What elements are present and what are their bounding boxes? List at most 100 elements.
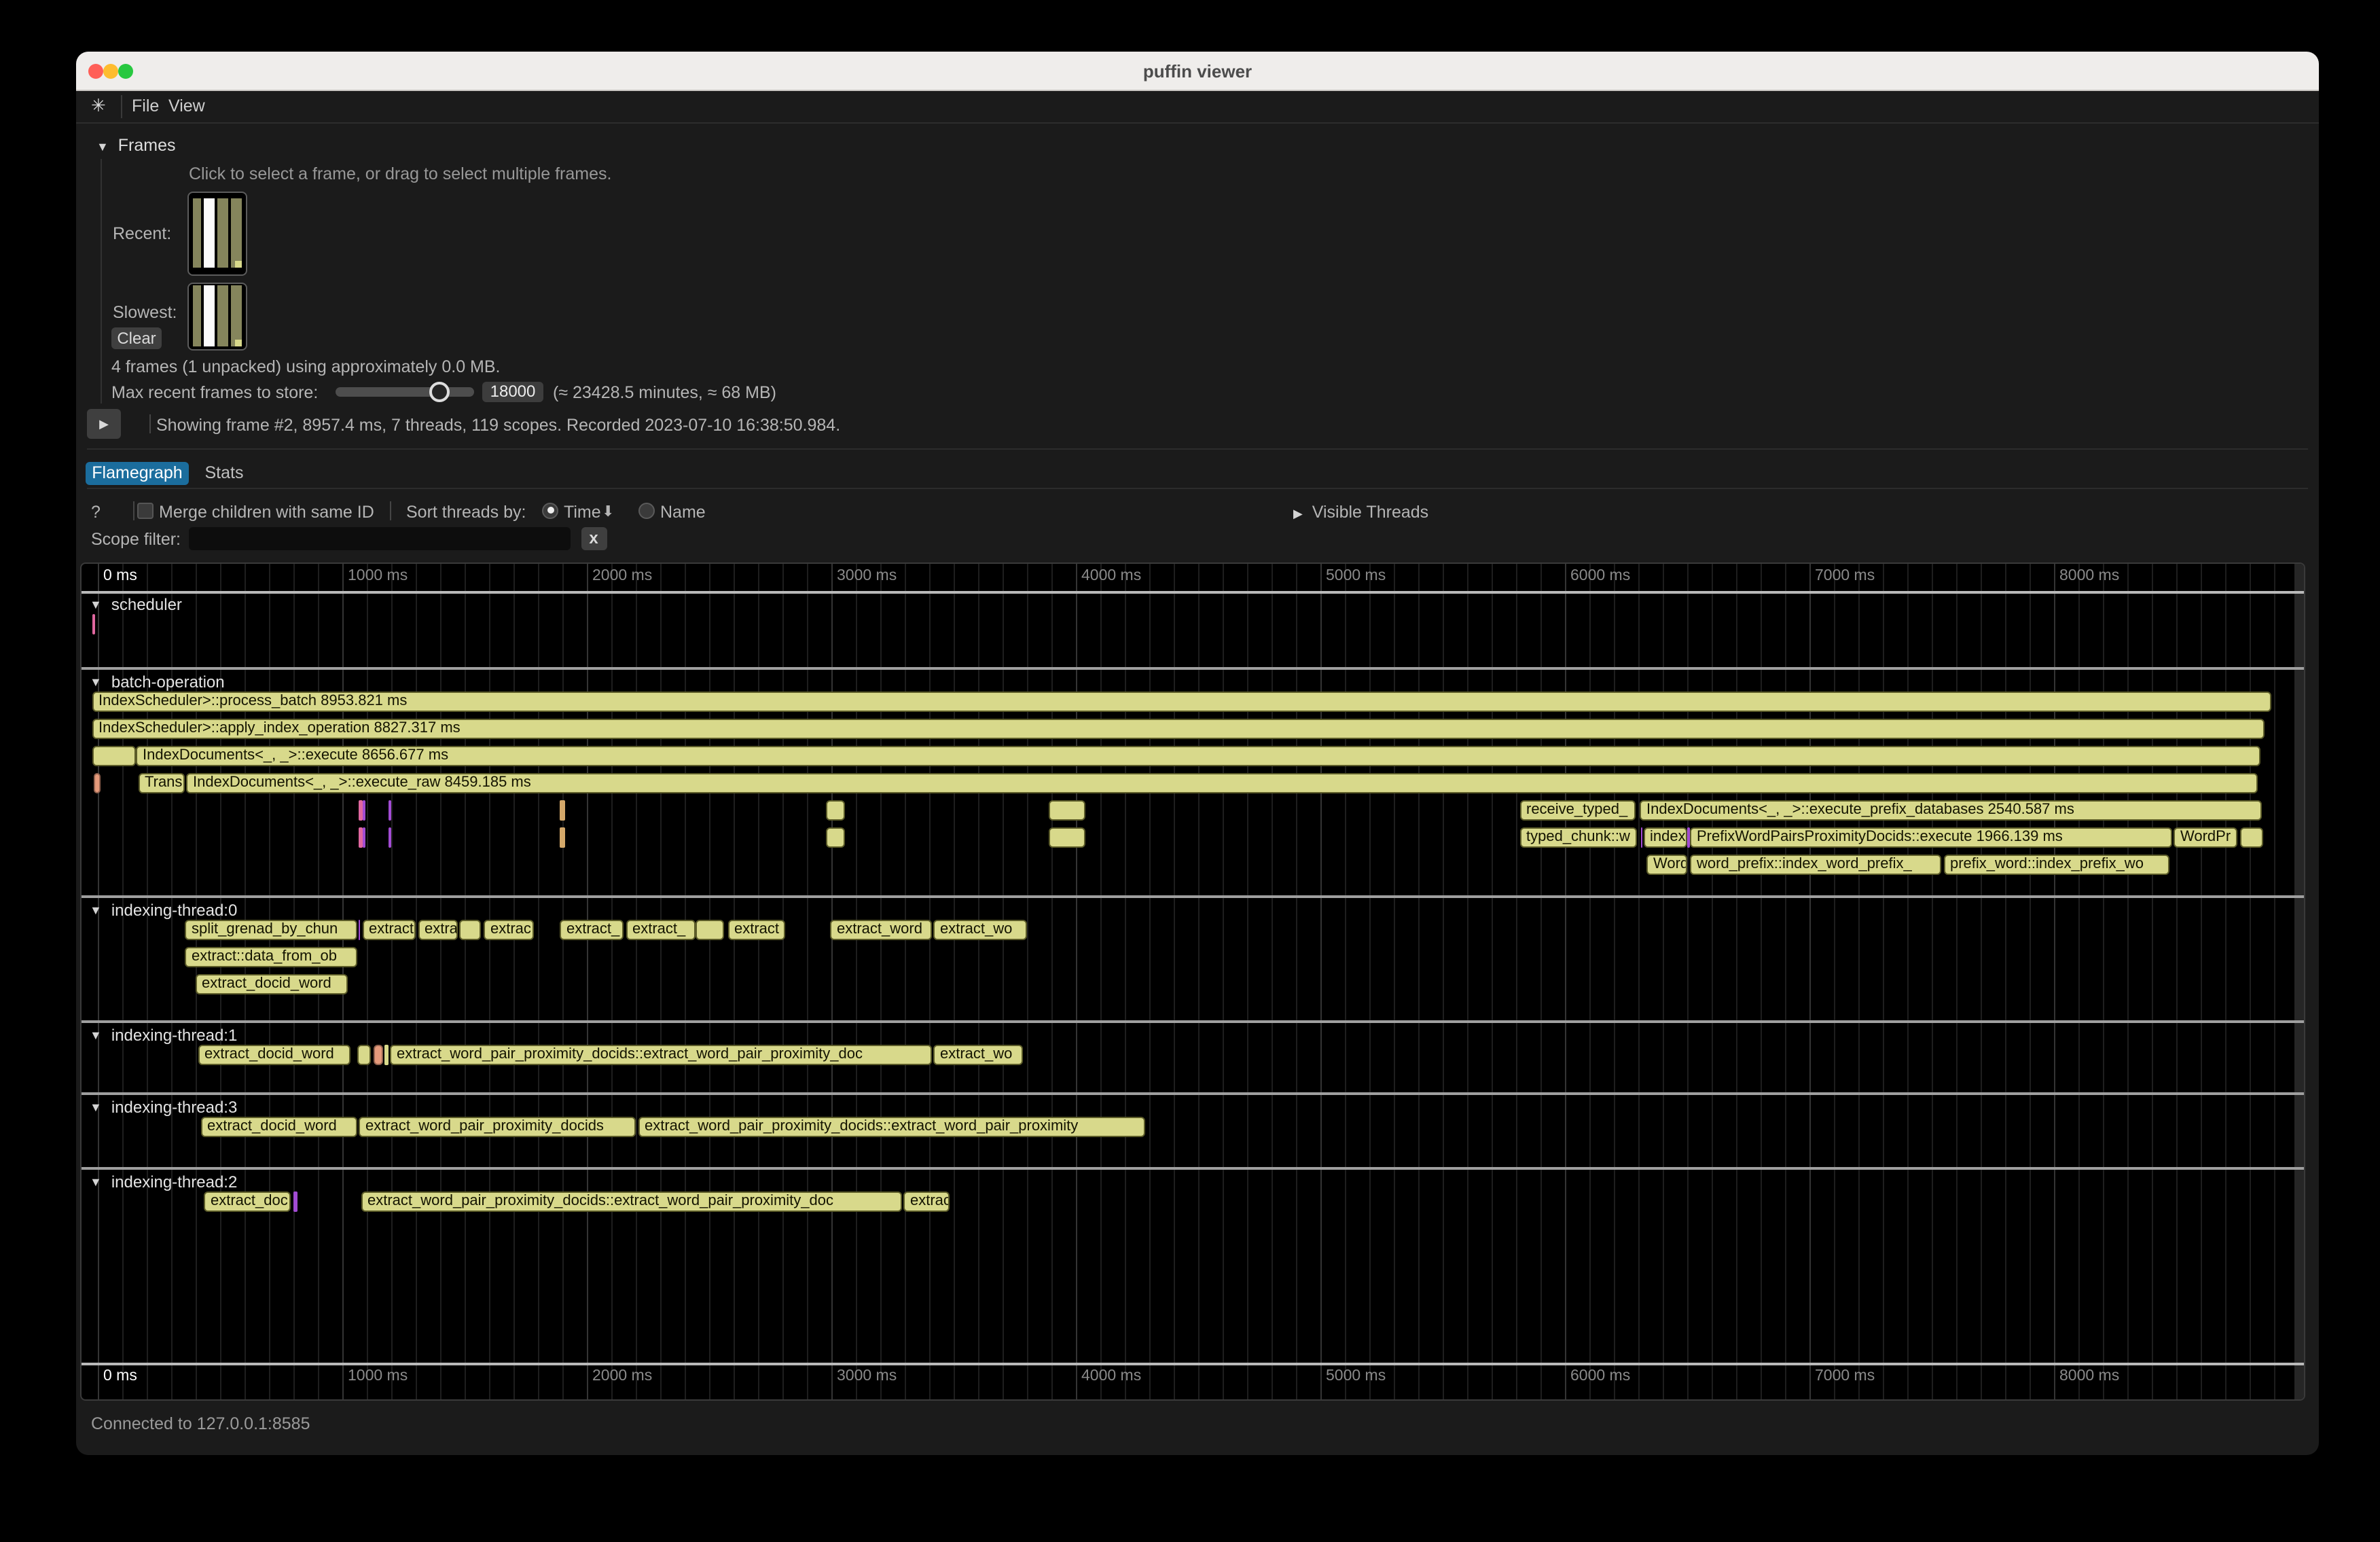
scope-span[interactable]: prefix_word::index_prefix_wo <box>1943 855 2169 875</box>
scope-span[interactable] <box>384 1045 388 1065</box>
frame-bar[interactable] <box>230 198 241 267</box>
frame-bar[interactable] <box>217 285 228 346</box>
tab-flamegraph[interactable]: Flamegraph <box>86 461 189 484</box>
menu-view[interactable]: View <box>168 96 205 115</box>
close-button[interactable] <box>88 63 103 78</box>
flamegraph-canvas[interactable]: 0 ms0 ms1000 ms1000 ms2000 ms2000 ms3000… <box>82 564 2304 1399</box>
scope-span[interactable] <box>363 827 365 848</box>
merge-label[interactable]: Merge children with same ID <box>159 502 374 521</box>
sort-direction-icon[interactable]: ⬇ <box>602 502 614 520</box>
radio-sort-time[interactable] <box>542 502 558 518</box>
help-button[interactable]: ? <box>91 502 101 521</box>
max-frames-slider[interactable] <box>336 387 474 396</box>
scope-span[interactable] <box>92 614 94 634</box>
menu-file[interactable]: File <box>132 96 159 115</box>
scope-span[interactable] <box>389 827 391 848</box>
scope-span[interactable]: extract_wo <box>933 920 1026 940</box>
frame-bar[interactable] <box>217 198 228 267</box>
scope-span[interactable] <box>1048 800 1085 821</box>
scope-span[interactable] <box>1687 827 1689 848</box>
scope-span[interactable]: Trans <box>138 773 185 793</box>
scope-span[interactable]: IndexScheduler>::process_batch 8953.821 … <box>92 692 2271 712</box>
scope-span[interactable]: extract_word <box>830 920 932 940</box>
scope-span[interactable] <box>93 773 101 793</box>
sort-time-label[interactable]: Time <box>564 502 601 521</box>
scope-filter-input[interactable] <box>188 527 570 550</box>
scope-span[interactable]: extract_word_pair_proximity_docids <box>359 1117 636 1137</box>
slider-handle[interactable] <box>429 381 449 401</box>
scope-span[interactable]: extract <box>727 920 785 940</box>
scope-span[interactable]: word_prefix::index_word_prefix_ <box>1690 855 1941 875</box>
visible-threads-header[interactable]: ▶ Visible Threads <box>1293 502 1428 521</box>
frames-section-header[interactable]: ▼ Frames <box>96 136 176 155</box>
frame-bar[interactable] <box>192 285 200 346</box>
scope-span[interactable]: PrefixWordPairsProximityDocids::execute … <box>1690 827 2172 848</box>
scope-span[interactable] <box>560 800 565 821</box>
frame-bar[interactable] <box>203 198 214 267</box>
thread-header-indexing-thread:3[interactable]: ▼indexing-thread:3 <box>90 1098 237 1117</box>
radio-sort-name[interactable] <box>638 502 655 518</box>
scroll-strip[interactable] <box>2294 564 2305 1401</box>
scope-span[interactable]: extract_word_pair_proximity_docids::extr… <box>390 1045 932 1065</box>
scope-span[interactable] <box>1048 827 1085 848</box>
scope-span[interactable]: IndexDocuments<_, _>::execute_prefix_dat… <box>1640 800 2262 821</box>
tab-stats[interactable]: Stats <box>201 461 247 484</box>
scope-span[interactable] <box>560 827 565 848</box>
scope-span[interactable]: extract_docid_word <box>200 1117 357 1137</box>
sort-name-label[interactable]: Name <box>660 502 706 521</box>
clear-button[interactable]: Clear <box>111 327 162 348</box>
scope-span[interactable]: extrac <box>903 1191 950 1212</box>
scope-span[interactable]: extract_ <box>560 920 624 940</box>
scope-span[interactable] <box>695 920 724 940</box>
scope-span[interactable] <box>92 746 135 766</box>
scope-span[interactable]: extract_doc <box>204 1191 291 1212</box>
titlebar[interactable]: puffin viewer <box>76 52 2319 91</box>
scope-span[interactable] <box>358 827 363 848</box>
scope-span[interactable] <box>363 800 365 821</box>
thread-header-indexing-thread:1[interactable]: ▼indexing-thread:1 <box>90 1026 237 1045</box>
scope-span[interactable]: extract <box>362 920 416 940</box>
scope-span[interactable]: IndexScheduler>::apply_index_operation 8… <box>92 719 2264 739</box>
scope-span[interactable]: extract_word_pair_proximity_docids::extr… <box>361 1191 901 1212</box>
play-button[interactable]: ▶ <box>87 409 121 439</box>
scope-span[interactable] <box>357 1045 370 1065</box>
scope-span[interactable]: IndexDocuments<_, _>::execute 8656.677 m… <box>136 746 2260 766</box>
max-frames-value[interactable]: 18000 <box>482 381 543 401</box>
recent-frame-thumbnail[interactable] <box>187 191 247 276</box>
scope-span[interactable]: extract_ <box>626 920 695 940</box>
scope-span[interactable]: typed_chunk::w <box>1519 827 1637 848</box>
sun-icon[interactable]: ✳ <box>91 95 106 117</box>
scope-span[interactable] <box>826 800 844 821</box>
scope-span[interactable]: index <box>1643 827 1687 848</box>
scope-span[interactable]: extract_word_pair_proximity_docids::extr… <box>638 1117 1144 1137</box>
scope-span[interactable] <box>374 1045 383 1065</box>
scope-span[interactable]: extract_docid_word <box>198 1045 350 1065</box>
scope-span[interactable] <box>2240 827 2262 848</box>
scope-span[interactable]: extrac <box>484 920 534 940</box>
scope-span[interactable] <box>389 800 391 821</box>
scope-span[interactable] <box>459 920 481 940</box>
thread-header-batch-operation[interactable]: ▼batch-operation <box>90 673 225 692</box>
slowest-frame-thumbnail[interactable] <box>187 282 247 351</box>
merge-checkbox[interactable] <box>137 502 154 518</box>
scope-span[interactable]: extra <box>418 920 457 940</box>
scope-span[interactable] <box>1640 827 1642 848</box>
thread-header-scheduler[interactable]: ▼scheduler <box>90 595 182 614</box>
scope-span[interactable]: Word <box>1646 855 1687 875</box>
flamegraph-panel[interactable]: 0 ms0 ms1000 ms1000 ms2000 ms2000 ms3000… <box>80 562 2305 1401</box>
clear-filter-button[interactable]: x <box>581 527 607 550</box>
frame-bar[interactable] <box>230 285 241 346</box>
scope-span[interactable] <box>826 827 844 848</box>
maximize-button[interactable] <box>118 63 133 78</box>
scope-span[interactable]: IndexDocuments<_, _>::execute_raw 8459.1… <box>186 773 2258 793</box>
scope-span[interactable]: extract::data_from_ob <box>185 947 357 967</box>
frame-bar[interactable] <box>203 285 214 346</box>
thread-header-indexing-thread:0[interactable]: ▼indexing-thread:0 <box>90 901 237 920</box>
frame-bar[interactable] <box>192 198 200 267</box>
scope-span[interactable]: receive_typed_ <box>1519 800 1636 821</box>
scope-span[interactable]: extract_wo <box>933 1045 1023 1065</box>
thread-header-indexing-thread:2[interactable]: ▼indexing-thread:2 <box>90 1172 237 1191</box>
scope-span[interactable] <box>358 920 360 940</box>
scope-span[interactable] <box>293 1191 298 1212</box>
scope-span[interactable]: split_grenad_by_chun <box>185 920 357 940</box>
